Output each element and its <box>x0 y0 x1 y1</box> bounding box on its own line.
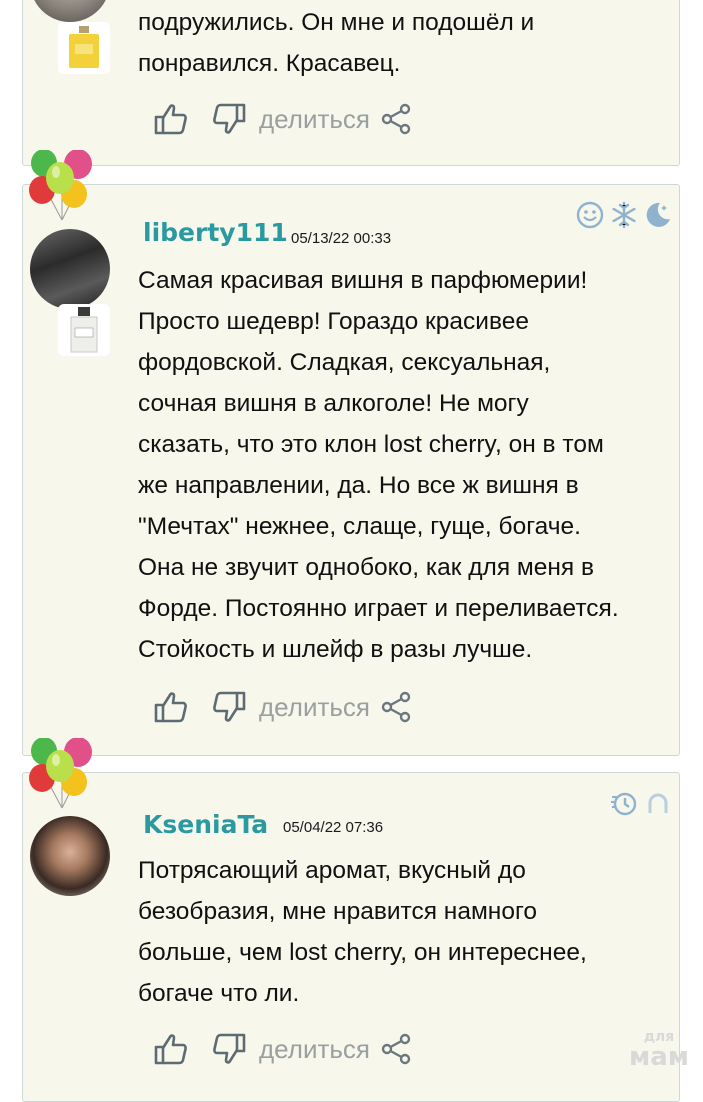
timer-badge-icon[interactable] <box>610 789 638 817</box>
comment-actions: делиться <box>153 101 412 137</box>
comment-text: Потрясающий аромат, вкусный до безобрази… <box>138 857 587 1007</box>
thumb-down-icon[interactable] <box>211 1031 247 1067</box>
comment-text: подружились. Он мне и подошёл и понравил… <box>138 9 535 77</box>
thumb-up-icon[interactable] <box>153 101 189 137</box>
username-link[interactable]: liberty111 <box>143 218 288 247</box>
watermark-logo: для мам <box>628 1029 689 1072</box>
thumb-up-icon[interactable] <box>153 689 189 725</box>
comment-actions: делиться <box>153 689 412 725</box>
share-label[interactable]: делиться <box>259 1034 370 1065</box>
post-date: 05/13/22 00:33 <box>291 230 392 247</box>
share-icon[interactable] <box>380 103 412 135</box>
user-badges <box>610 789 672 817</box>
balloons-icon <box>26 738 96 818</box>
perfume-bottle-icon <box>70 307 98 353</box>
share-label[interactable]: делиться <box>259 104 370 135</box>
user-badges <box>576 201 672 229</box>
post-date: 05/04/22 07:36 <box>283 819 384 836</box>
comment-actions: делиться <box>153 1031 412 1067</box>
thumb-down-icon[interactable] <box>211 689 247 725</box>
thumb-up-icon[interactable] <box>153 1031 189 1067</box>
thumb-down-icon[interactable] <box>211 101 247 137</box>
smiley-badge-icon[interactable] <box>576 201 604 229</box>
avatar[interactable] <box>30 816 110 896</box>
avatar[interactable] <box>30 229 110 309</box>
balloons-icon <box>26 150 96 230</box>
share-icon[interactable] <box>380 1033 412 1065</box>
perfume-thumbnail[interactable] <box>58 304 110 356</box>
share-label[interactable]: делиться <box>259 692 370 723</box>
arch-badge-icon[interactable] <box>644 789 672 817</box>
comment-text: Самая красивая вишня в парфюмерии! Прост… <box>138 267 619 663</box>
perfume-thumbnail[interactable] <box>58 22 110 74</box>
username-link[interactable]: KseniaTa <box>143 810 268 839</box>
perfume-bottle-icon <box>69 26 99 68</box>
moon-badge-icon[interactable] <box>644 201 672 229</box>
share-icon[interactable] <box>380 691 412 723</box>
snowflake-badge-icon[interactable] <box>610 201 638 229</box>
